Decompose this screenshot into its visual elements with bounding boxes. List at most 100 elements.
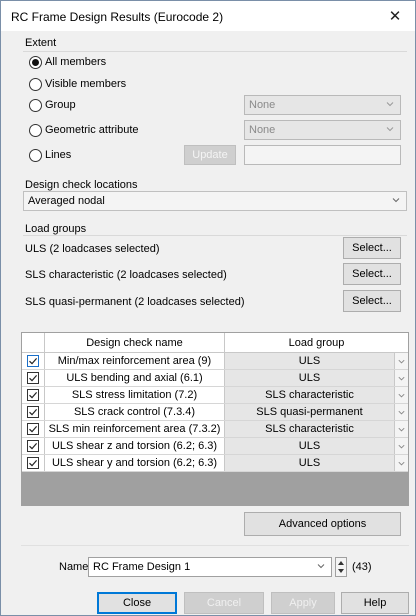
radio-group-label: Group — [45, 99, 76, 111]
load-group-dropdown[interactable] — [394, 404, 408, 420]
row-checkbox[interactable] — [27, 440, 39, 452]
name-panel: Name RC Frame Design 1 (43) — [21, 545, 409, 585]
apply-button[interactable]: Apply — [271, 592, 335, 614]
close-button[interactable]: Close — [97, 592, 177, 614]
locations-combo[interactable]: Averaged nodal — [23, 191, 407, 211]
radio-lines-label: Lines — [45, 149, 72, 161]
group-combo-value: None — [249, 99, 276, 111]
radio-group[interactable] — [29, 99, 42, 112]
group-combo[interactable]: None — [244, 95, 401, 115]
table-row[interactable]: SLS min reinforcement area (7.3.2) SLS ch… — [22, 421, 408, 438]
row-checkbox[interactable] — [27, 423, 39, 435]
load-group-cell[interactable]: ULS — [224, 353, 394, 369]
load-group-cell[interactable]: SLS characteristic — [224, 421, 394, 437]
spin-down-icon[interactable] — [336, 567, 346, 576]
load-group-dropdown[interactable] — [394, 353, 408, 369]
locations-panel: Design check locations Averaged nodal — [21, 177, 409, 213]
name-combo-value: RC Frame Design 1 — [93, 561, 191, 573]
update-button[interactable]: Update — [184, 145, 236, 165]
row-checkbox[interactable] — [27, 372, 39, 384]
radio-geometric-attribute[interactable] — [29, 124, 42, 137]
design-check-name-cell: ULS shear y and torsion (6.2; 6.3) — [44, 455, 224, 471]
select-uls-button[interactable]: Select... — [343, 237, 401, 259]
chevron-down-icon — [392, 198, 400, 203]
load-group-dropdown[interactable] — [394, 370, 408, 386]
load-group-dropdown[interactable] — [394, 455, 408, 471]
design-check-name-cell: ULS bending and axial (6.1) — [44, 370, 224, 386]
chevron-down-icon — [398, 359, 405, 363]
load-group-cell[interactable]: SLS quasi-permanent — [224, 404, 394, 420]
name-combo[interactable]: RC Frame Design 1 — [88, 557, 332, 577]
design-check-name-cell: SLS stress limitation (7.2) — [44, 387, 224, 403]
load-groups-divider — [23, 235, 407, 236]
title-bar: RC Frame Design Results (Eurocode 2) ✕ — [1, 1, 415, 31]
name-label: Name — [59, 561, 89, 573]
table-row[interactable]: ULS shear z and torsion (6.2; 6.3) ULS — [22, 438, 408, 455]
table-row[interactable]: ULS shear y and torsion (6.2; 6.3) ULS — [22, 455, 408, 472]
extent-group-label: Extent — [25, 37, 57, 49]
dialog-window: RC Frame Design Results (Eurocode 2) ✕ E… — [0, 0, 416, 616]
geometric-attribute-combo[interactable]: None — [244, 120, 401, 140]
radio-visible-members[interactable] — [29, 78, 42, 91]
checkmark-icon — [29, 443, 38, 450]
radio-all-members-label: All members — [45, 56, 107, 68]
chevron-down-icon — [398, 461, 405, 465]
load-group-sls-qp-label: SLS quasi-permanent (2 loadcases selecte… — [25, 296, 245, 308]
load-group-dropdown[interactable] — [394, 438, 408, 454]
load-group-uls-label: ULS (2 loadcases selected) — [25, 243, 160, 255]
design-check-name-cell: SLS crack control (7.3.4) — [44, 404, 224, 420]
load-group-dropdown[interactable] — [394, 387, 408, 403]
load-group-cell[interactable]: SLS characteristic — [224, 387, 394, 403]
table-header: Design check name Load group — [22, 333, 408, 353]
advanced-options-button[interactable]: Advanced options — [244, 512, 401, 536]
locations-combo-value: Averaged nodal — [28, 195, 105, 207]
table-row[interactable]: Min/max reinforcement area (9) ULS — [22, 353, 408, 370]
chevron-down-icon — [398, 393, 405, 397]
row-check-cell — [22, 421, 44, 437]
load-group-cell[interactable]: ULS — [224, 438, 394, 454]
row-check-cell — [22, 370, 44, 386]
name-count: (43) — [352, 561, 372, 573]
name-spinner[interactable] — [335, 557, 347, 577]
radio-lines[interactable] — [29, 149, 42, 162]
row-checkbox[interactable] — [27, 355, 39, 367]
spin-up-icon[interactable] — [336, 558, 346, 567]
table-row[interactable]: SLS crack control (7.3.4) SLS quasi-perma… — [22, 404, 408, 421]
chevron-down-icon — [386, 127, 394, 132]
chevron-down-icon — [317, 564, 325, 569]
checkmark-icon — [29, 426, 38, 433]
radio-visible-members-label: Visible members — [45, 78, 127, 90]
design-checks-table: Design check name Load group Min/max rei… — [21, 332, 409, 506]
checkmark-icon — [29, 375, 38, 382]
checkmark-icon — [29, 392, 38, 399]
extent-divider — [23, 51, 407, 52]
row-checkbox[interactable] — [27, 406, 39, 418]
chevron-down-icon — [386, 102, 394, 107]
window-title: RC Frame Design Results (Eurocode 2) — [11, 10, 224, 24]
row-checkbox[interactable] — [27, 389, 39, 401]
chevron-down-icon — [398, 427, 405, 431]
row-check-cell — [22, 438, 44, 454]
row-check-cell — [22, 387, 44, 403]
close-icon[interactable]: ✕ — [375, 1, 415, 31]
cancel-button[interactable]: Cancel — [184, 592, 264, 614]
design-check-name-cell: Min/max reinforcement area (9) — [44, 353, 224, 369]
load-group-dropdown[interactable] — [394, 421, 408, 437]
chevron-down-icon — [398, 410, 405, 414]
row-checkbox[interactable] — [27, 457, 39, 469]
chevron-down-icon — [398, 376, 405, 380]
lines-input[interactable] — [244, 145, 401, 165]
row-check-cell — [22, 353, 44, 369]
table-row[interactable]: ULS bending and axial (6.1) ULS — [22, 370, 408, 387]
load-group-cell[interactable]: ULS — [224, 455, 394, 471]
design-check-name-cell: ULS shear z and torsion (6.2; 6.3) — [44, 438, 224, 454]
radio-all-members[interactable] — [29, 56, 42, 69]
help-button[interactable]: Help — [341, 592, 409, 614]
header-design-check-name: Design check name — [44, 333, 224, 352]
checkmark-icon — [29, 409, 38, 416]
extent-panel: Extent All members Visible members Group… — [21, 35, 409, 173]
table-row[interactable]: SLS stress limitation (7.2) SLS character… — [22, 387, 408, 404]
select-sls-char-button[interactable]: Select... — [343, 263, 401, 285]
select-sls-qp-button[interactable]: Select... — [343, 290, 401, 312]
load-group-cell[interactable]: ULS — [224, 370, 394, 386]
